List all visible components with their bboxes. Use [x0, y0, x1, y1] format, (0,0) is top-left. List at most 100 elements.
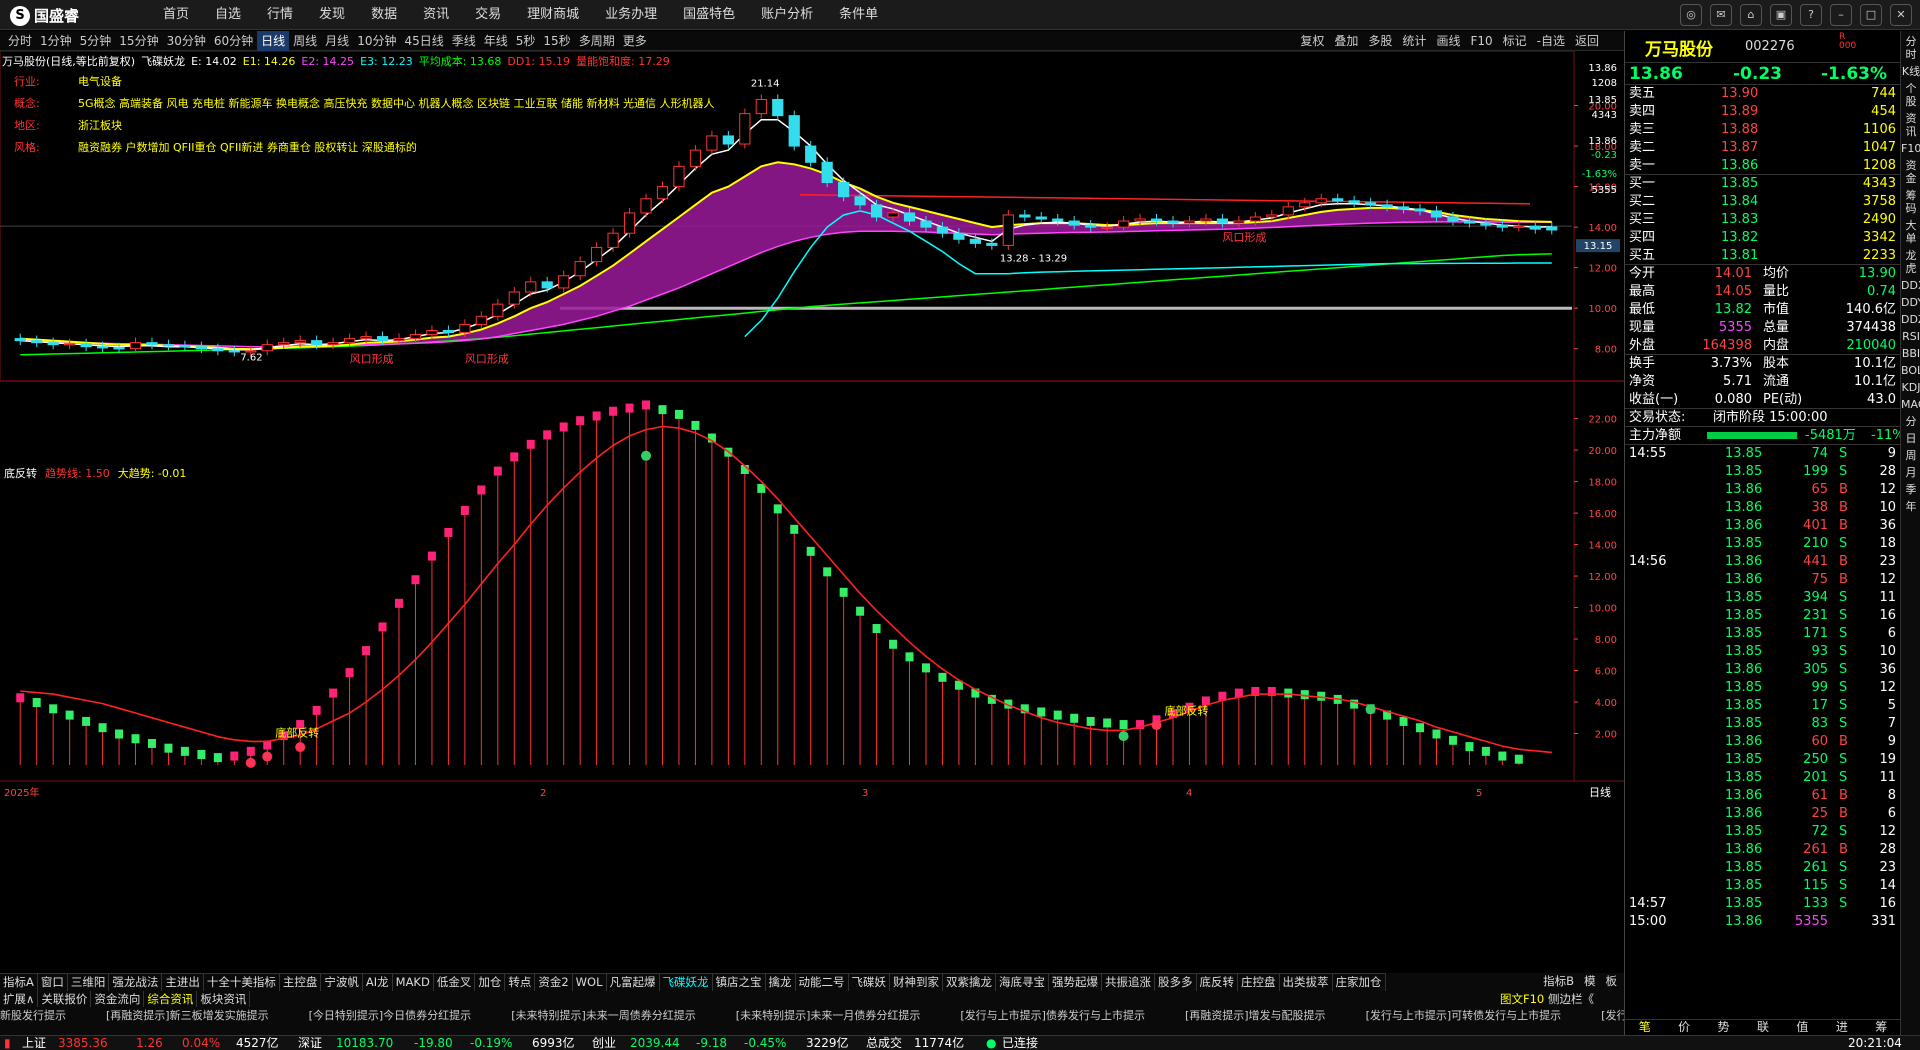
tick-list[interactable]: 14:55 13.85 74 S 9 13.85 199 S 28 13.86 65 B 12 13.86… — [1625, 445, 1900, 931]
indicator-tab-7[interactable]: 宁波帆 — [321, 974, 363, 991]
menu-item-1[interactable]: 自选 — [202, 0, 254, 30]
side-tab-2[interactable]: 个股 — [1901, 82, 1920, 108]
tick-tab-5[interactable]: 进 — [1822, 1020, 1861, 1035]
tick-row[interactable]: 13.86 60 B 9 — [1625, 733, 1900, 751]
news-item-3[interactable]: [未来特别提示]未来一周债券分红提示 — [511, 1009, 696, 1021]
period-tab-1[interactable]: 1分钟 — [36, 31, 76, 51]
tick-row[interactable]: 13.85 115 S 14 — [1625, 877, 1900, 895]
tick-row[interactable]: 13.85 171 S 6 — [1625, 625, 1900, 643]
tick-row[interactable]: 13.86 38 B 10 — [1625, 499, 1900, 517]
indicator-tab-3[interactable]: 强龙战法 — [109, 974, 163, 991]
skin-icon[interactable]: ▣ — [1770, 4, 1792, 26]
menu-item-4[interactable]: 数据 — [358, 0, 410, 30]
tick-tab-0[interactable]: 笔 — [1625, 1020, 1664, 1035]
news-item-7[interactable]: [发行与上市提示]可转债发行与上市提示 — [1366, 1009, 1562, 1021]
menu-item-9[interactable]: 国盛特色 — [670, 0, 748, 30]
indicator-tab-14[interactable]: WOL — [573, 974, 607, 991]
period-tab-16[interactable]: 更多 — [619, 31, 651, 51]
side-tab-9[interactable]: DDX — [1901, 279, 1920, 292]
side-tab-16[interactable]: MACD — [1901, 398, 1920, 411]
side-tab-4[interactable]: F10 — [1901, 142, 1920, 155]
tick-row[interactable]: 13.85 17 S 5 — [1625, 697, 1900, 715]
indicator-tab-29[interactable]: 出类拔萃 — [1280, 974, 1333, 991]
indicator-tab-25[interactable]: 共振追涨 — [1102, 974, 1155, 991]
period-tab-12[interactable]: 年线 — [480, 31, 512, 51]
chart-tool-8[interactable]: 返回 — [1570, 31, 1604, 51]
side-tab-21[interactable]: 季 — [1901, 483, 1920, 496]
tick-row[interactable]: 13.85 72 S 12 — [1625, 823, 1900, 841]
chart-tool-6[interactable]: 标记 — [1498, 31, 1532, 51]
tick-row[interactable]: 13.85 261 S 23 — [1625, 859, 1900, 877]
period-tab-8[interactable]: 月线 — [321, 31, 353, 51]
indicator-tab-20[interactable]: 飞碟妖 — [849, 974, 890, 991]
info-tab-1[interactable]: 关联报价 — [38, 991, 92, 1007]
tick-row[interactable]: 13.86 261 B 28 — [1625, 841, 1900, 859]
message-icon[interactable]: ◎ — [1680, 4, 1702, 26]
sz-label[interactable]: 深证 — [298, 1036, 322, 1050]
info-tab-right-0[interactable]: 图文F10 — [1500, 991, 1544, 1007]
tick-tab-4[interactable]: 值 — [1783, 1020, 1822, 1035]
side-tab-7[interactable]: 大单 — [1901, 219, 1920, 245]
side-tab-6[interactable]: 筹码 — [1901, 189, 1920, 215]
side-tab-14[interactable]: BOLL — [1901, 364, 1920, 377]
tick-row[interactable]: 13.86 305 S 36 — [1625, 661, 1900, 679]
side-tab-15[interactable]: KDJ — [1901, 381, 1920, 394]
chart-tool-4[interactable]: 画线 — [1431, 31, 1465, 51]
indicator-tab-21[interactable]: 财神到家 — [890, 974, 943, 991]
chart-tool-3[interactable]: 统计 — [1397, 31, 1431, 51]
news-item-5[interactable]: [发行与上市提示]债券发行与上市提示 — [960, 1009, 1145, 1021]
tick-row[interactable]: 13.85 231 S 16 — [1625, 607, 1900, 625]
news-item-2[interactable]: [今日特别提示]今日债券分红提示 — [309, 1009, 472, 1021]
side-tab-17[interactable]: 分 — [1901, 415, 1920, 428]
side-tab-10[interactable]: DDY — [1901, 296, 1920, 309]
side-tab-5[interactable]: 资金 — [1901, 159, 1920, 185]
indicator-tab-4[interactable]: 主进出 — [162, 974, 204, 991]
menu-item-6[interactable]: 交易 — [462, 0, 514, 30]
tick-row[interactable]: 13.85 199 S 28 — [1625, 463, 1900, 481]
news-item-8[interactable]: [发行与上市提示]科创板发行 — [1601, 1009, 1624, 1021]
period-tab-0[interactable]: 分时 — [4, 31, 36, 51]
app-logo[interactable]: S 国盛睿 — [10, 5, 79, 26]
indicator-tab-right-2[interactable]: 板 — [1603, 973, 1621, 990]
indicator-tab-28[interactable]: 庄控盘 — [1238, 974, 1280, 991]
maximize-icon[interactable]: □ — [1860, 4, 1882, 26]
close-icon[interactable]: ✕ — [1890, 4, 1912, 26]
side-tab-0[interactable]: 分时 — [1901, 35, 1920, 61]
indicator-tab-0[interactable]: 指标A — [0, 974, 38, 991]
indicator-tab-13[interactable]: 资金2 — [535, 974, 573, 991]
info-tab-3[interactable]: 综合资讯 — [144, 991, 198, 1007]
tick-row[interactable]: 13.85 93 S 10 — [1625, 643, 1900, 661]
news-item-1[interactable]: [再融资提示]新三板增发实施提示 — [106, 1009, 269, 1021]
minimize-icon[interactable]: – — [1830, 4, 1852, 26]
help-icon[interactable]: ? — [1800, 4, 1822, 26]
menu-item-11[interactable]: 条件单 — [826, 0, 891, 30]
tick-row[interactable]: 13.86 401 B 36 — [1625, 517, 1900, 535]
period-tab-15[interactable]: 多周期 — [575, 31, 619, 51]
menu-item-5[interactable]: 资讯 — [410, 0, 462, 30]
period-tab-5[interactable]: 60分钟 — [210, 31, 257, 51]
side-tab-22[interactable]: 年 — [1901, 500, 1920, 513]
menu-item-3[interactable]: 发现 — [306, 0, 358, 30]
sh-label[interactable]: 上证 — [22, 1036, 46, 1050]
side-tab-19[interactable]: 周 — [1901, 449, 1920, 462]
side-tab-12[interactable]: RSI — [1901, 330, 1920, 343]
indicator-tab-5[interactable]: 十全十美指标 — [204, 974, 280, 991]
indicator-tab-right-1[interactable]: 模 — [1581, 973, 1599, 990]
side-tab-1[interactable]: K线 — [1901, 65, 1920, 78]
period-tab-10[interactable]: 45日线 — [400, 31, 447, 51]
tick-row[interactable]: 13.86 65 B 12 — [1625, 481, 1900, 499]
tick-tab-6[interactable]: 筹 — [1862, 1020, 1901, 1035]
news-item-6[interactable]: [再融资提示]增发与配股提示 — [1185, 1009, 1326, 1021]
chart-tool-0[interactable]: 复权 — [1295, 31, 1329, 51]
news-item-0[interactable]: 新股发行提示 — [0, 1009, 66, 1021]
tick-row[interactable]: 13.86 61 B 8 — [1625, 787, 1900, 805]
indicator-tab-6[interactable]: 主控盘 — [280, 974, 322, 991]
tick-row[interactable]: 13.85 210 S 18 — [1625, 535, 1900, 553]
info-tab-4[interactable]: 板块资讯 — [197, 991, 251, 1007]
tick-row[interactable]: 14:55 13.85 74 S 9 — [1625, 445, 1900, 463]
tick-row[interactable]: 13.85 394 S 11 — [1625, 589, 1900, 607]
indicator-tab-10[interactable]: 低金叉 — [434, 974, 476, 991]
mail-icon[interactable]: ✉ — [1710, 4, 1732, 26]
tick-row[interactable]: 15:00 13.86 5355 331 — [1625, 913, 1900, 931]
chart-tool-5[interactable]: F10 — [1465, 31, 1497, 51]
